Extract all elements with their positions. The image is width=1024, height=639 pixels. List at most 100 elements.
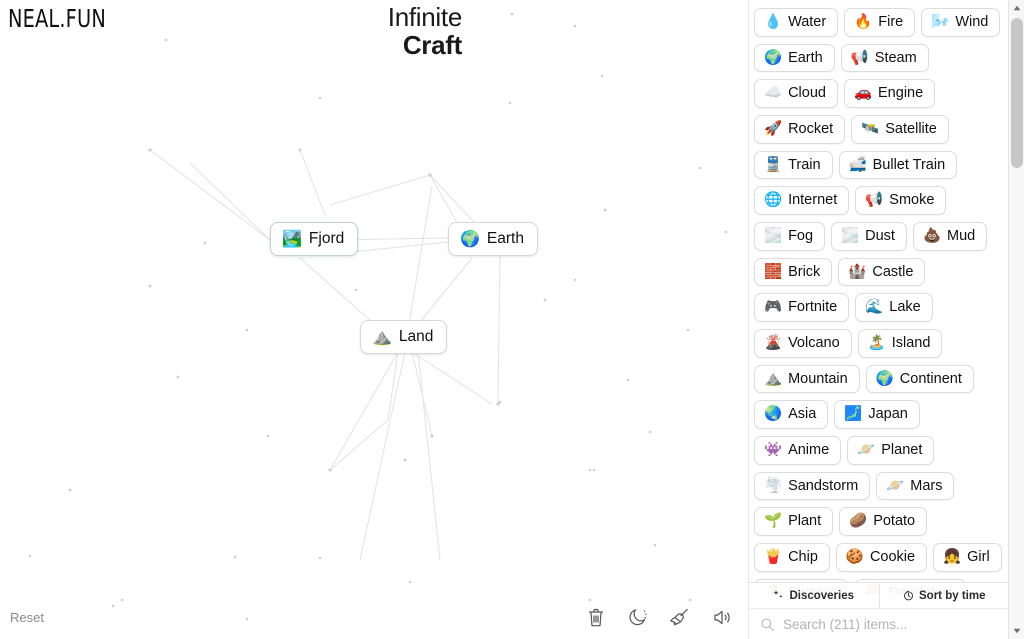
element-emoji-icon: 🌱: [764, 513, 783, 530]
element-pill-steam[interactable]: 📢 Steam: [840, 43, 929, 73]
element-label: Asia: [788, 406, 817, 423]
element-emoji-icon: 🌫️: [764, 228, 783, 245]
element-pill-brick[interactable]: 🧱 Brick: [754, 257, 833, 287]
element-pill-water[interactable]: 💧 Water: [754, 8, 839, 37]
element-emoji-icon: 🔥: [854, 14, 873, 31]
element-emoji-icon: 🚀: [764, 121, 783, 138]
element-pill-satellite[interactable]: 🛰️ Satellite: [851, 115, 949, 144]
speaker-icon[interactable]: [710, 604, 734, 630]
element-pill-earth[interactable]: 🌍 Earth: [754, 43, 835, 73]
element-label: Castle: [872, 263, 914, 280]
element-emoji-icon: 🌫️: [841, 228, 860, 245]
element-emoji-icon: 🪐: [857, 442, 876, 459]
element-pill-rocket[interactable]: 🚀 Rocket: [754, 115, 846, 144]
element-pill-lake[interactable]: 🌊 Lake: [855, 293, 933, 323]
element-pill-fog[interactable]: 🌫️ Fog: [754, 222, 826, 251]
element-label: Mountain: [788, 370, 848, 387]
element-pill-volcano[interactable]: 🌋 Volcano: [754, 329, 852, 358]
element-pill-chip[interactable]: 🍟 Chip: [754, 543, 830, 572]
element-label: Volcano: [788, 335, 840, 352]
element-pill-potato[interactable]: 🥔 Potato: [839, 507, 928, 537]
element-label: Plant: [788, 513, 822, 530]
element-label: Fire: [878, 14, 904, 30]
element-pill-internet[interactable]: 🌐 Internet: [754, 186, 850, 216]
neal-fun-logo[interactable]: NEAL.FUN: [8, 6, 106, 31]
element-pill-train[interactable]: 🚆 Train: [754, 150, 833, 180]
element-pill-wind[interactable]: 🌬️ Wind: [921, 8, 1001, 37]
element-emoji-icon: 🎮: [764, 299, 783, 316]
element-pill-planet[interactable]: 🪐 Planet: [847, 436, 935, 465]
element-pill-island[interactable]: 🏝️ Island: [857, 329, 943, 358]
element-pill-dust[interactable]: 🌫️ Dust: [831, 222, 907, 251]
broom-icon[interactable]: [668, 604, 692, 630]
canvas-node-fjord[interactable]: 🏞️ Fjord: [270, 222, 359, 256]
scroll-down-arrow[interactable]: [1009, 623, 1024, 639]
clock-icon: [903, 590, 914, 601]
sparkle-icon: [773, 590, 784, 601]
element-pill-sandstorm[interactable]: 🌪️ Sandstorm: [754, 471, 871, 501]
element-label: Lake: [889, 299, 921, 316]
element-pill-fortnite[interactable]: 🎮 Fortnite: [754, 293, 850, 323]
scrollbar-thumb[interactable]: [1011, 18, 1023, 168]
title-line-2: Craft: [402, 29, 462, 60]
element-emoji-icon: 🌋: [764, 335, 783, 352]
element-pill-continent[interactable]: 🌍 Continent: [865, 364, 974, 394]
element-label: Japan: [868, 406, 908, 423]
element-pill-cloud[interactable]: ☁️ Cloud: [754, 79, 838, 109]
search-input[interactable]: [783, 616, 999, 632]
tab-discoveries-label: Discoveries: [789, 589, 855, 602]
node-label: Earth: [486, 230, 524, 247]
tab-sort-by-time[interactable]: Sort by time: [878, 583, 1009, 608]
element-pill-castle[interactable]: 🏰 Castle: [838, 257, 926, 287]
element-label: Continent: [899, 370, 962, 387]
element-emoji-icon: 🏰: [848, 263, 867, 280]
element-pill-smoke[interactable]: 📢 Smoke: [855, 186, 947, 216]
element-label: Girl: [967, 549, 990, 566]
element-label: Island: [891, 335, 931, 352]
element-label: Wind: [955, 14, 989, 30]
panel-tabs: Discoveries Sort by time: [749, 582, 1008, 609]
element-label: Bullet Train: [872, 156, 946, 173]
element-pill-plant[interactable]: 🌱 Plant: [754, 507, 834, 537]
element-emoji-icon: 🚅: [848, 156, 867, 173]
element-pill-cookie[interactable]: 🍪 Cookie: [835, 543, 928, 572]
tab-discoveries[interactable]: Discoveries: [749, 583, 879, 608]
reset-button[interactable]: Reset: [10, 610, 44, 625]
moon-icon[interactable]: [626, 604, 650, 630]
trash-icon[interactable]: [584, 604, 608, 630]
element-label: Dust: [865, 228, 895, 245]
element-pill-mars[interactable]: 🪐 Mars: [876, 471, 955, 501]
element-emoji-icon: 🏝️: [867, 335, 886, 352]
element-pill-girl[interactable]: 👧 Girl: [933, 543, 1002, 572]
scroll-up-arrow[interactable]: [1009, 0, 1024, 16]
element-emoji-icon: 🌍: [875, 370, 894, 387]
element-label: Chip: [788, 549, 818, 566]
element-pill-engine[interactable]: 🚗 Engine: [843, 79, 936, 109]
element-emoji-icon: 🌬️: [931, 14, 950, 31]
canvas-node-land[interactable]: ⛰️ Land: [360, 320, 448, 354]
element-pill-japan[interactable]: 🗾 Japan: [834, 400, 920, 430]
element-pill-anime[interactable]: 👾 Anime: [754, 436, 842, 465]
canvas-node-earth[interactable]: 🌍 Earth: [448, 222, 538, 256]
element-pill-asia[interactable]: 🌏 Asia: [754, 400, 829, 430]
element-emoji-icon: 📢: [850, 49, 869, 66]
element-emoji-icon: 💩: [922, 228, 942, 245]
page-scrollbar[interactable]: [1008, 0, 1024, 639]
element-list[interactable]: 💧 Water 🔥 Fire 🌬️ Wind 🌍 Earth 📢 Steam ☁️ Cloud 🚗 Eng…: [749, 0, 1008, 594]
element-pill-mud[interactable]: 💩 Mud: [912, 222, 988, 251]
tab-sort-label: Sort by time: [919, 589, 986, 602]
element-label: Internet: [788, 192, 838, 209]
element-label: Engine: [878, 85, 924, 102]
element-emoji-icon: 🌐: [764, 192, 783, 209]
element-pill-fire[interactable]: 🔥 Fire: [844, 8, 916, 37]
element-pill-bullet-train[interactable]: 🚅 Bullet Train: [838, 150, 958, 180]
element-label: Mars: [910, 477, 943, 494]
page-title: Infinite Craft: [388, 3, 463, 60]
search-bar[interactable]: [749, 609, 1008, 639]
element-pill-mountain[interactable]: ⛰️ Mountain: [754, 364, 860, 394]
element-emoji-icon: 🥔: [849, 513, 868, 530]
element-emoji-icon: 👾: [764, 442, 783, 459]
element-emoji-icon: 📢: [865, 192, 884, 209]
element-emoji-icon: 🌏: [764, 406, 783, 423]
crafting-canvas[interactable]: NEAL.FUN Infinite Craft 🏞️ Fjord 🌍 Earth ⛰️ L…: [0, 0, 748, 639]
